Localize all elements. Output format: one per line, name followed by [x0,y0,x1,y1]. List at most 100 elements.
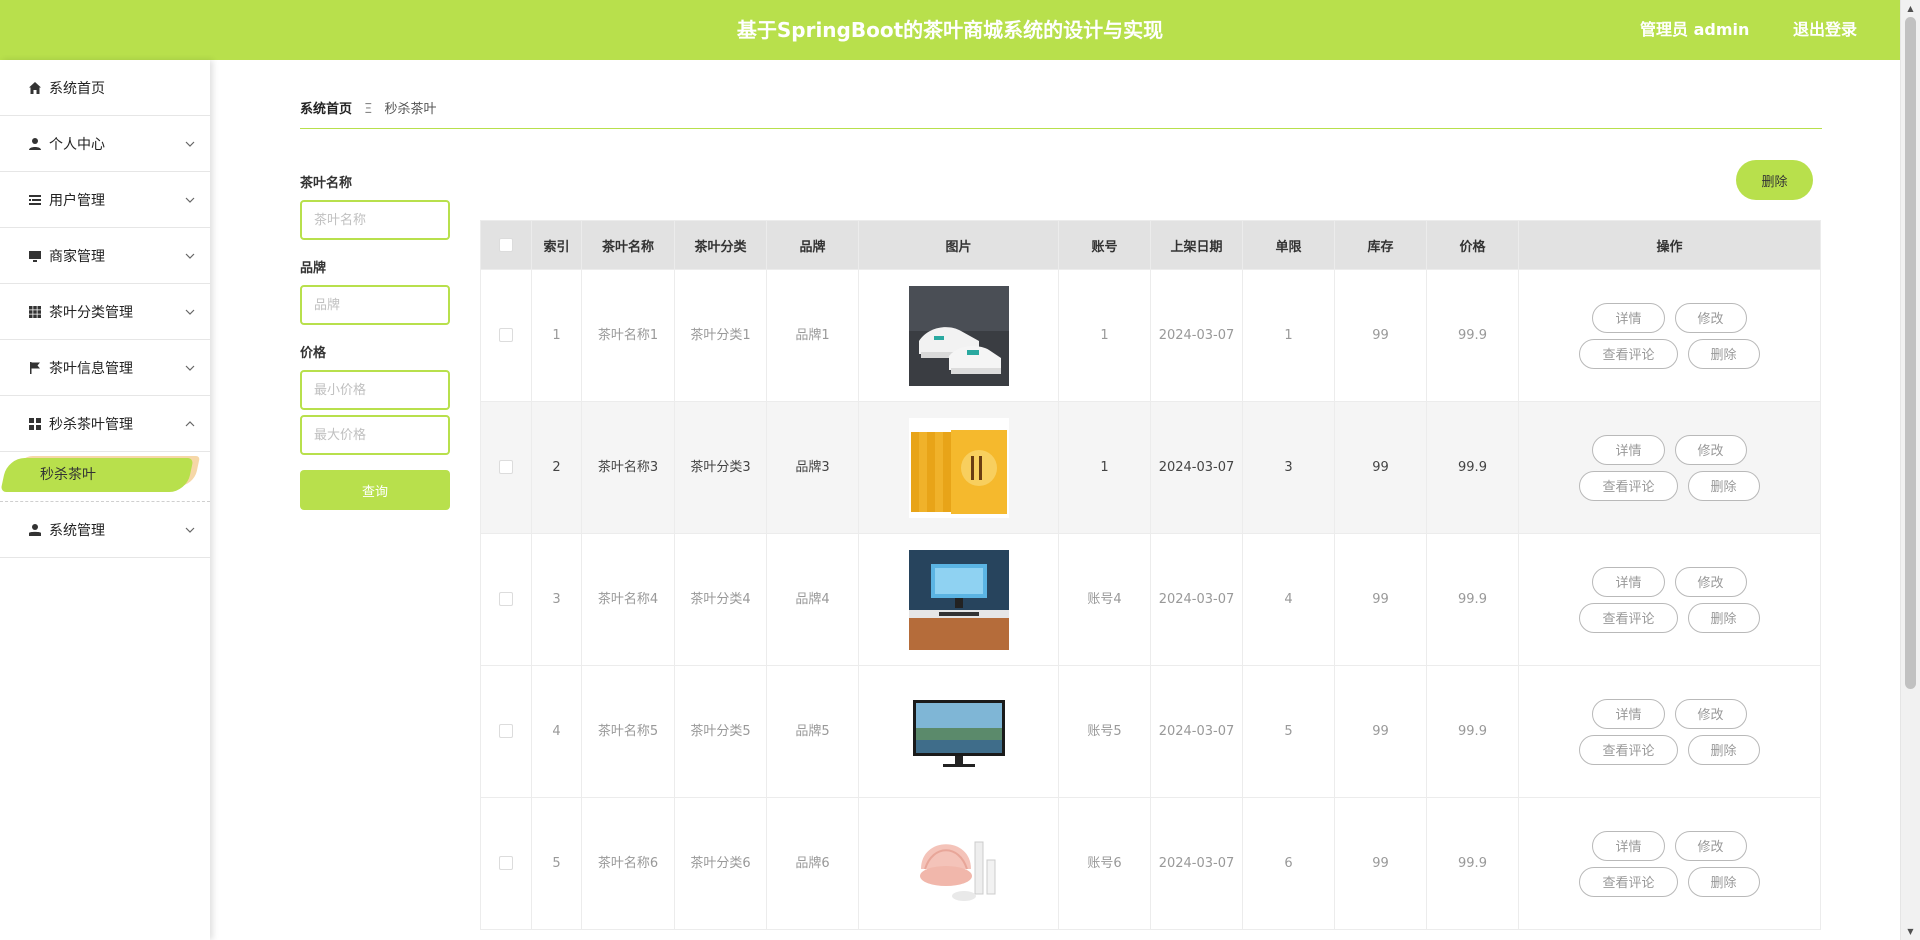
row-select-cell[interactable] [480,797,532,930]
detail-button[interactable]: 详情 [1592,566,1665,597]
cell-brand: 品牌6 [766,797,859,930]
sidebar-subitem-flash-sale-tea[interactable]: 秒杀茶叶 [40,458,96,492]
table-row: 1 茶叶名称1 茶叶分类1 品牌1 1 2024-03-07 1 99 99.9… [480,269,1821,402]
cell-index: 2 [531,401,582,534]
cell-price: 99.9 [1426,665,1519,798]
view-reviews-button[interactable]: 查看评论 [1579,602,1678,633]
delete-button[interactable]: 删除 [1687,470,1760,501]
cell-actions: 详情 修改 查看评论 删除 [1518,269,1821,402]
product-image-cosmetics[interactable] [908,813,1009,914]
row-select-cell[interactable] [480,533,532,666]
header-select-all[interactable] [480,220,532,270]
product-image-monitor[interactable] [908,681,1009,782]
detail-button[interactable]: 详情 [1592,434,1665,465]
edit-button[interactable]: 修改 [1674,302,1747,333]
cell-category: 茶叶分类4 [674,533,767,666]
view-reviews-button[interactable]: 查看评论 [1579,866,1678,897]
product-image-desk-monitor[interactable] [908,549,1009,650]
breadcrumb-home[interactable]: 系统首页 [300,102,352,117]
cell-date: 2024-03-07 [1150,797,1243,930]
cell-actions: 详情 修改 查看评论 删除 [1518,797,1821,930]
delete-button[interactable]: 删除 [1687,734,1760,765]
user-icon [27,136,43,152]
chevron-down-icon [185,365,195,371]
select-all-checkbox[interactable] [499,238,513,252]
row-checkbox[interactable] [499,460,513,474]
sidebar-item-merchant-management[interactable]: 商家管理 [0,228,210,284]
sidebar-item-flash-sale-management[interactable]: 秒杀茶叶管理 [0,396,210,452]
cell-limit: 4 [1242,533,1335,666]
delete-button[interactable]: 删除 [1687,866,1760,897]
cell-account: 1 [1058,401,1151,534]
column-header: 单限 [1242,220,1335,270]
cell-stock: 99 [1334,401,1427,534]
sidebar-item-system-management[interactable]: 系统管理 [0,502,210,558]
scroll-down-arrow-icon[interactable]: ▼ [1901,923,1920,940]
cell-limit: 5 [1242,665,1335,798]
cell-date: 2024-03-07 [1150,533,1243,666]
date-value: 2024-03-07 [1158,723,1235,739]
delete-button[interactable]: 删除 [1687,338,1760,369]
detail-button[interactable]: 详情 [1592,698,1665,729]
sidebar-item-label: 系统首页 [49,80,105,97]
date-value: 2024-03-07 [1158,591,1235,607]
cell-stock: 99 [1334,665,1427,798]
logout-link[interactable]: 退出登录 [1793,0,1857,60]
detail-button[interactable]: 详情 [1592,830,1665,861]
row-checkbox[interactable] [499,724,513,738]
min-price-input[interactable] [300,370,450,410]
product-image-books[interactable] [908,417,1009,518]
sidebar-item-label: 商家管理 [49,248,105,265]
cell-actions: 详情 修改 查看评论 删除 [1518,401,1821,534]
table-row: 4 茶叶名称5 茶叶分类5 品牌5 账号5 2024-03-07 5 99 99… [480,665,1821,798]
view-reviews-button[interactable]: 查看评论 [1579,734,1678,765]
delete-button[interactable]: 删除 [1687,602,1760,633]
edit-button[interactable]: 修改 [1674,434,1747,465]
sidebar-item-label: 系统管理 [49,522,105,539]
bulk-delete-button[interactable]: 删除 [1736,160,1813,200]
sidebar: 系统首页 个人中心 用户管理 商家管理 茶叶分类管理 茶叶信息管理 秒杀茶叶管理… [0,60,210,940]
vertical-scrollbar[interactable]: ▲ ▼ [1900,0,1920,940]
filter-label-brand: 品牌 [300,261,327,276]
row-checkbox[interactable] [499,592,513,606]
row-select-cell[interactable] [480,665,532,798]
sidebar-item-home[interactable]: 系统首页 [0,60,210,116]
product-image-sneakers[interactable] [908,285,1009,386]
cell-category: 茶叶分类5 [674,665,767,798]
tea-name-input[interactable] [300,200,450,240]
query-button[interactable]: 查询 [300,470,450,510]
row-select-cell[interactable] [480,269,532,402]
edit-button[interactable]: 修改 [1674,566,1747,597]
table-row: 5 茶叶名称6 茶叶分类6 品牌6 账号6 2024-03-07 6 99 99… [480,797,1821,930]
chevron-up-icon [185,421,195,427]
cell-index: 4 [531,665,582,798]
view-reviews-button[interactable]: 查看评论 [1579,470,1678,501]
column-header: 上架日期 [1150,220,1243,270]
sidebar-item-user-management[interactable]: 用户管理 [0,172,210,228]
sidebar-item-category-management[interactable]: 茶叶分类管理 [0,284,210,340]
max-price-input[interactable] [300,415,450,455]
cell-date: 2024-03-07 [1150,269,1243,402]
cell-price: 99.9 [1426,797,1519,930]
sidebar-item-label: 用户管理 [49,192,105,209]
view-reviews-button[interactable]: 查看评论 [1579,338,1678,369]
edit-button[interactable]: 修改 [1674,698,1747,729]
row-select-cell[interactable] [480,401,532,534]
scrollbar-thumb[interactable] [1905,17,1916,689]
brand-input[interactable] [300,285,450,325]
detail-button[interactable]: 详情 [1592,302,1665,333]
cell-category: 茶叶分类3 [674,401,767,534]
row-checkbox[interactable] [499,328,513,342]
sidebar-item-label: 茶叶信息管理 [49,360,133,377]
cell-name: 茶叶名称5 [581,665,675,798]
app-title: 基于SpringBoot的茶叶商城系统的设计与实现 [736,18,1164,42]
cell-image [858,269,1059,402]
column-header: 库存 [1334,220,1427,270]
cell-index: 5 [531,797,582,930]
sidebar-item-personal-center[interactable]: 个人中心 [0,116,210,172]
row-checkbox[interactable] [499,856,513,870]
scroll-up-arrow-icon[interactable]: ▲ [1901,0,1920,17]
edit-button[interactable]: 修改 [1674,830,1747,861]
cell-date: 2024-03-07 [1150,401,1243,534]
sidebar-item-tea-info-management[interactable]: 茶叶信息管理 [0,340,210,396]
